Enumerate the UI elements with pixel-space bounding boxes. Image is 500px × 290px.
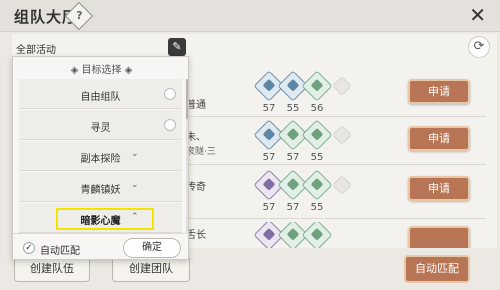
apply-button[interactable]: 申请: [408, 126, 470, 151]
empty-slot-icon: [332, 175, 352, 195]
activity-filter-label[interactable]: 全部活动: [16, 41, 56, 56]
option-item[interactable]: 副本探险 ⌄: [19, 141, 182, 171]
highlight-frame: [56, 208, 154, 230]
scrollbar-thumb[interactable]: [186, 79, 188, 119]
auto-match-label: 自动匹配: [40, 246, 80, 257]
row-divider: [186, 164, 486, 165]
confirm-button[interactable]: 确定: [123, 238, 181, 258]
team-row: 传奇 57 57 55 申请: [186, 169, 486, 220]
close-icon[interactable]: ✕: [469, 5, 486, 25]
apply-button[interactable]: 申请: [408, 176, 470, 201]
option-label: 寻灵: [90, 123, 111, 134]
empty-slot-icon: [332, 76, 352, 96]
member-level: 57: [262, 103, 276, 114]
option-label: 自由组队: [80, 92, 121, 103]
dropdown-header: ◈ 目标选择 ◈: [70, 65, 133, 76]
radio-icon[interactable]: [164, 88, 176, 100]
team-activity-name: 传奇: [186, 182, 206, 193]
member-level: 56: [310, 103, 324, 114]
refresh-icon[interactable]: ⟳: [468, 36, 490, 58]
chevron-down-icon: ⌄: [131, 180, 139, 190]
option-label: 副本探险: [80, 154, 121, 165]
title-bar: 组队大厅 ? ✕: [0, 0, 500, 32]
apply-button[interactable]: [408, 226, 470, 248]
member-level: 57: [286, 202, 300, 213]
checkbox-checked-icon[interactable]: ✓: [23, 242, 35, 254]
edit-filter-icon[interactable]: ✎: [168, 38, 186, 56]
member-level: 57: [262, 202, 276, 213]
team-row: 朱、 衮隧·三 57 57 55 申请: [186, 119, 486, 170]
dropdown-footer: ✓ 自动匹配 确定: [13, 233, 190, 261]
apply-button[interactable]: 申请: [408, 79, 470, 104]
team-activity-sub: 衮隧·三: [186, 147, 216, 157]
option-item[interactable]: 青麟镇妖 ⌄: [19, 172, 182, 202]
row-divider: [186, 116, 486, 117]
empty-slot-icon: [332, 125, 352, 145]
team-lobby-window: 组队大厅 ? ✕ 全部活动 ✎ ⟳ 普通 57 55 56 申请 朱、 衮隧·三…: [0, 0, 500, 290]
member-level: 55: [310, 152, 324, 163]
member-level: 57: [262, 152, 276, 163]
chevron-down-icon: ⌄: [131, 149, 139, 159]
member-class-icon: [301, 169, 333, 201]
radio-icon[interactable]: [164, 119, 176, 131]
auto-match-button[interactable]: 自动匹配: [404, 255, 470, 283]
team-activity-name: 普通: [186, 100, 206, 111]
member-level: 57: [286, 152, 300, 163]
member-class-icon: [301, 70, 333, 102]
member-class-icon: [301, 222, 333, 248]
team-row: 舌长: [186, 222, 486, 248]
option-item[interactable]: 自由组队: [19, 79, 182, 109]
option-label: 青麟镇妖: [80, 185, 121, 196]
option-item[interactable]: 寻灵: [19, 110, 182, 140]
team-row: 普通 57 55 56 申请: [186, 70, 486, 121]
team-activity-name: 朱、: [186, 132, 206, 143]
row-divider: [186, 218, 486, 219]
member-class-icon: [301, 119, 333, 151]
member-level: 55: [310, 202, 324, 213]
member-level: 55: [286, 103, 300, 114]
